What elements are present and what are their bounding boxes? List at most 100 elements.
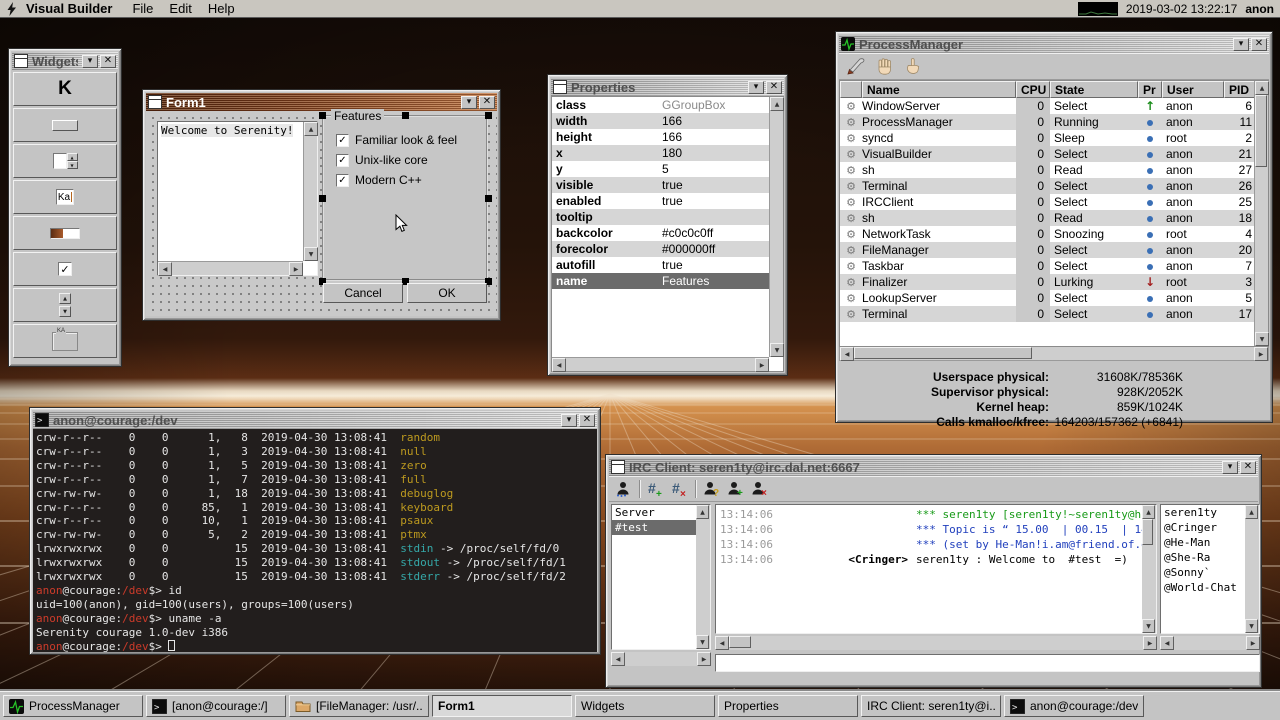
process-table-vscrollbar[interactable]: ▲ ▼ [1254,81,1268,346]
user-item[interactable]: seren1ty [1161,505,1246,520]
scroll-up-button[interactable]: ▲ [304,122,318,136]
scroll-up-button[interactable]: ▲ [1245,505,1258,519]
process-row[interactable]: ⚙WindowServer0Select↑anon6 [840,98,1268,114]
widget-tool-gcheckbox[interactable]: ✓ [13,252,117,286]
process-row[interactable]: ⚙Terminal0Selectanon17 [840,306,1268,322]
property-row[interactable]: width166 [552,113,769,129]
taskbar-button[interactable]: IRC Client: seren1ty@i... [861,695,1001,717]
scroll-left-button[interactable]: ◀ [1160,636,1174,650]
scroll-down-button[interactable]: ▼ [770,343,784,357]
column-header-icon[interactable] [840,81,862,98]
user-item[interactable]: @World-Chat [1161,580,1246,595]
ok-button[interactable]: OK [407,283,487,303]
scroll-down-button[interactable]: ▼ [1245,619,1258,633]
user-list-vscrollbar[interactable]: ▲ ▼ [1245,505,1259,633]
property-row[interactable]: y5 [552,161,769,177]
taskbar-button[interactable]: >[anon@courage:/] [146,695,286,717]
minimize-button[interactable]: ▾ [1233,38,1249,51]
scroll-down-button[interactable]: ▼ [304,247,318,261]
stop-process-icon[interactable] [876,57,895,76]
widget-tool-gtextbox[interactable]: Ka [13,180,117,214]
property-row[interactable]: backcolor#c0c0c0ff [552,225,769,241]
join-channel-icon[interactable]: #+ [647,480,664,497]
channel-item[interactable]: Server [612,505,697,520]
scroll-left-button[interactable]: ◀ [840,347,854,361]
process-row[interactable]: ⚙LookupServer0Selectanon5 [840,290,1268,306]
taskbar-button[interactable]: Form1 [432,695,572,717]
irc-message-pane[interactable]: 13:14:06*** seren1ty [seren1ty!~seren1ty… [715,504,1157,634]
user-item[interactable]: @Cringer [1161,520,1246,535]
process-table-hscrollbar[interactable]: ◀ ▶ [839,347,1269,361]
column-header-Name[interactable]: Name [862,81,1016,98]
close-button[interactable]: ✕ [579,414,595,427]
message-pane-hscrollbar[interactable]: ◀ ▶ [715,636,1157,650]
scroll-down-button[interactable]: ▼ [1142,619,1155,633]
scroll-left-button[interactable]: ◀ [552,358,566,372]
properties-titlebar[interactable]: Properties ▾ ✕ [551,78,784,96]
checkbox[interactable]: ✓ [336,174,349,187]
process-row[interactable]: ⚙ProcessManager0Runninganon11 [840,114,1268,130]
user-question-icon[interactable]: ? [703,480,720,497]
scroll-right-button[interactable]: ▶ [1143,636,1157,650]
close-button[interactable]: ✕ [479,96,495,109]
user-list-hscrollbar[interactable]: ◀ ▶ [1160,636,1260,650]
user-info-icon[interactable] [615,480,632,497]
scroll-up-button[interactable]: ▲ [770,97,784,111]
irc-message-input[interactable] [715,654,1260,672]
channel-list-hscrollbar[interactable]: ◀ ▶ [611,652,711,666]
column-header-User[interactable]: User [1162,81,1224,98]
continue-process-icon[interactable] [904,57,923,76]
selection-handle[interactable] [319,195,326,202]
property-row[interactable]: enabledtrue [552,193,769,209]
scroll-right-button[interactable]: ▶ [755,358,769,372]
scroll-right-button[interactable]: ▶ [697,652,711,666]
widget-tool-glabel[interactable]: K [13,72,117,106]
message-pane-vscrollbar[interactable]: ▲ ▼ [1142,505,1156,633]
column-header-CPU[interactable]: CPU [1016,81,1050,98]
process-row[interactable]: ⚙Terminal0Selectanon26 [840,178,1268,194]
user-item[interactable]: @He-Man [1161,535,1246,550]
property-row[interactable]: autofilltrue [552,257,769,273]
property-row[interactable]: visibletrue [552,177,769,193]
widget-tool-gspinbox[interactable]: ▲▼ [13,144,117,178]
close-button[interactable]: ✕ [1251,38,1267,51]
form-groupbox-features[interactable]: Features ✓Familiar look & feel✓Unix-like… [322,115,488,281]
process-row[interactable]: ⚙IRCClient0Selectanon25 [840,194,1268,210]
scroll-up-button[interactable]: ▲ [1255,81,1269,95]
form1-titlebar[interactable]: Form1 ▾ ✕ [146,93,497,111]
scroll-up-button[interactable]: ▲ [696,505,709,519]
close-button[interactable]: ✕ [100,55,116,68]
scroll-down-button[interactable]: ▼ [696,635,709,649]
cpu-graph-applet[interactable] [1078,2,1118,16]
scroll-right-button[interactable]: ▶ [289,262,303,276]
scroll-left-button[interactable]: ◀ [158,262,172,276]
properties-vscrollbar[interactable]: ▲ ▼ [769,97,783,357]
minimize-button[interactable]: ▾ [1222,461,1238,474]
process-row[interactable]: ⚙sh0Readanon18 [840,210,1268,226]
widget-tool-ggroupbox[interactable]: KA [13,324,117,358]
column-header-Pr[interactable]: Pr [1138,81,1162,98]
kill-process-icon[interactable] [845,57,867,76]
editor-hscrollbar[interactable]: ◀ ▶ [158,261,303,275]
checkbox[interactable]: ✓ [336,154,349,167]
widget-tool-gbutton[interactable] [13,108,117,142]
scroll-left-button[interactable]: ◀ [611,652,625,666]
taskbar-button[interactable]: Properties [718,695,858,717]
selection-handle[interactable] [485,195,492,202]
menu-file[interactable]: File [124,0,161,17]
process-row[interactable]: ⚙NetworkTask0Snoozingroot4 [840,226,1268,242]
scroll-down-button[interactable]: ▼ [1255,332,1269,346]
scroll-left-button[interactable]: ◀ [715,636,729,650]
taskbar-button[interactable]: ProcessManager [3,695,143,717]
process-row[interactable]: ⚙VisualBuilder0Selectanon21 [840,146,1268,162]
process-row[interactable]: ⚙syncd0Sleeproot2 [840,130,1268,146]
minimize-button[interactable]: ▾ [561,414,577,427]
close-button[interactable]: ✕ [766,81,782,94]
cancel-button[interactable]: Cancel [323,283,403,303]
taskbar-button[interactable]: [FileManager: /usr/... [289,695,429,717]
property-row[interactable]: x180 [552,145,769,161]
irc-titlebar[interactable]: IRC Client: seren1ty@irc.dal.net:6667 ▾ … [609,458,1258,476]
taskbar-button[interactable]: Widgets [575,695,715,717]
property-row[interactable]: height166 [552,129,769,145]
process-row[interactable]: ⚙Finalizer0Lurking↓root3 [840,274,1268,290]
